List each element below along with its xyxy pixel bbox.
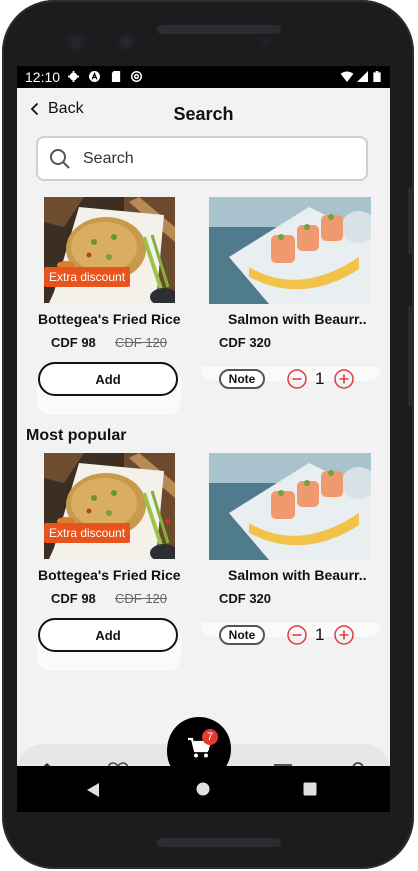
cart-count-badge: 7 [202,729,218,745]
increase-quantity-button[interactable] [334,625,354,645]
battery-icon [373,71,381,82]
fried-rice-image [44,453,175,559]
discount-badge: Extra discount [44,267,131,287]
bottom-speaker [157,838,281,847]
note-button[interactable]: Note [219,369,265,389]
product-name: Bottegea's Fried Rice [38,311,181,327]
product-card-fried-rice[interactable]: Extra discount Bottegea's Fried Rice CDF… [37,197,181,415]
search-field[interactable] [36,136,368,181]
product-price: CDF 98 [51,335,96,350]
product-name: Salmon with Beaurr.. [228,311,367,327]
note-label: Note [228,372,256,386]
product-name: Salmon with Beaurr.. [228,567,367,583]
add-to-cart-button[interactable]: Add [38,362,178,396]
settings-icon [68,71,79,82]
status-bar: 12:10 [17,66,390,88]
sd-card-icon [111,71,121,82]
device-screen: 12:10 Back Search Search Extra discount … [17,66,390,812]
decrease-quantity-button[interactable] [287,625,307,645]
product-old-price: CDF 120 [115,335,168,350]
a-badge-icon [89,71,100,82]
popular-card-fried-rice[interactable]: Extra discount Bottegea's Fried Rice CDF… [37,453,181,671]
product-old-price: CDF 120 [115,591,168,606]
note-label: Note [228,628,256,642]
top-speaker [157,25,281,34]
quantity-value: 1 [315,369,325,388]
product-price: CDF 98 [51,591,96,606]
android-nav-bar [17,766,390,812]
recents-nav-icon[interactable] [303,782,317,796]
back-nav-icon[interactable] [86,782,100,798]
add-to-cart-button[interactable]: Add [38,618,178,652]
status-time: 12:10 [25,69,61,85]
power-button [408,188,414,254]
front-sensor [260,35,272,47]
discount-badge: Extra discount [44,523,131,543]
decrease-quantity-button[interactable] [287,369,307,389]
product-name: Bottegea's Fried Rice [38,567,181,583]
app-content: Back Search Search Extra discount Botteg… [17,88,390,766]
front-camera-left [66,32,86,52]
at-sign-icon [131,71,142,82]
cart-button[interactable]: 7 [165,715,233,766]
salmon-image [209,197,371,304]
front-camera-right [116,32,136,52]
note-button[interactable]: Note [219,625,265,645]
section-title-most-popular: Most popular [26,427,127,444]
product-price: CDF 320 [219,335,272,350]
product-card-salmon[interactable]: Salmon with Beaurr.. CDF 320 Note 1 [201,197,381,405]
search-icon [50,148,70,169]
salmon-image [209,453,371,560]
page-title: Search [173,104,234,124]
home-nav-icon[interactable] [196,782,210,796]
wifi-icon [340,71,354,82]
search-input[interactable] [81,148,345,169]
popular-card-salmon[interactable]: Salmon with Beaurr.. CDF 320 Note 1 [201,453,381,661]
quantity-value: 1 [315,625,325,644]
product-price: CDF 320 [219,591,272,606]
increase-quantity-button[interactable] [334,369,354,389]
fried-rice-image [44,197,175,303]
signal-icon [357,71,368,82]
volume-button [408,306,414,406]
